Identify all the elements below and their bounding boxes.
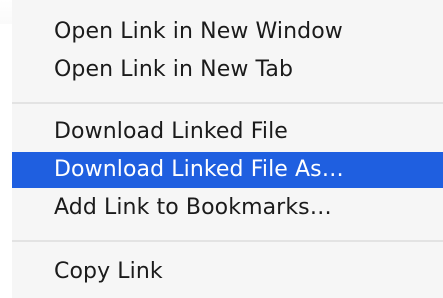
screen: Open Link in New Window Open Link in New… — [0, 0, 443, 298]
menu-item-add-link-to-bookmarks[interactable]: Add Link to Bookmarks… — [12, 190, 443, 226]
menu-item-open-link-new-window[interactable]: Open Link in New Window — [12, 14, 443, 50]
menu-separator — [12, 240, 443, 242]
menu-item-download-linked-file-as[interactable]: Download Linked File As… — [12, 152, 443, 188]
menu-separator — [12, 102, 443, 104]
menu-item-open-link-new-tab[interactable]: Open Link in New Tab — [12, 52, 443, 88]
context-menu: Open Link in New Window Open Link in New… — [12, 0, 443, 298]
menu-item-download-linked-file[interactable]: Download Linked File — [12, 114, 443, 150]
window-edge — [0, 0, 12, 24]
menu-item-copy-link[interactable]: Copy Link — [12, 254, 443, 290]
